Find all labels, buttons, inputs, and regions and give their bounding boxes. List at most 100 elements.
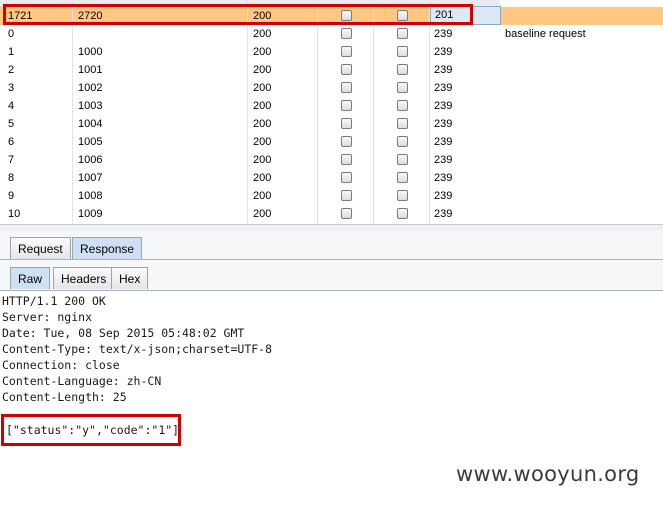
table-row[interactable]: 3 1002 200 239 — [0, 79, 663, 97]
cell-payload: 1008 — [78, 190, 103, 202]
checkbox-timeout[interactable] — [397, 154, 408, 165]
checkbox-timeout[interactable] — [397, 172, 408, 183]
cell-request: 9 — [8, 190, 15, 202]
cell-request: 2 — [8, 64, 15, 76]
cell-payload: 1004 — [78, 118, 103, 130]
checkbox-error[interactable] — [341, 82, 352, 93]
cell-payload: 1005 — [78, 136, 103, 148]
cell-request: 8 — [8, 172, 15, 184]
cell-length: 239 — [434, 64, 453, 76]
cell-request: 1 — [8, 46, 15, 58]
response-line: HTTP/1.1 200 OK — [2, 294, 106, 308]
tab-headers[interactable]: Headers — [53, 267, 115, 289]
column-divider — [429, 0, 430, 224]
checkbox-error[interactable] — [341, 208, 352, 219]
checkbox-timeout[interactable] — [397, 208, 408, 219]
message-tabs: Request Response — [0, 231, 663, 260]
tab-request[interactable]: Request — [10, 237, 71, 259]
checkbox-timeout[interactable] — [397, 82, 408, 93]
cell-status: 200 — [253, 28, 272, 40]
cell-status: 200 — [253, 46, 272, 58]
cell-payload: 1009 — [78, 208, 103, 220]
checkbox-error[interactable] — [341, 118, 352, 129]
cell-status: 200 — [253, 64, 272, 76]
cell-status: 200 — [253, 190, 272, 202]
table-row[interactable]: 10 1009 200 239 — [0, 205, 663, 223]
table-row[interactable]: 8 1007 200 239 — [0, 169, 663, 187]
cell-length: 239 — [434, 208, 453, 220]
table-row[interactable]: 4 1003 200 239 — [0, 97, 663, 115]
table-row[interactable]: 9 1008 200 239 — [0, 187, 663, 205]
cell-request: 7 — [8, 154, 15, 166]
table-row[interactable]: 7 1006 200 239 — [0, 151, 663, 169]
cell-status: 200 — [253, 118, 272, 130]
checkbox-error[interactable] — [341, 136, 352, 147]
checkbox-timeout[interactable] — [397, 118, 408, 129]
cell-status: 200 — [253, 208, 272, 220]
cell-request: 0 — [8, 28, 15, 40]
cell-request: 4 — [8, 100, 15, 112]
column-divider — [72, 0, 73, 224]
checkbox-error[interactable] — [341, 64, 352, 75]
table-row[interactable]: 5 1004 200 239 — [0, 115, 663, 133]
response-line: Server: nginx — [2, 310, 93, 324]
response-line: Content-Type: text/x-json;charset=UTF-8 — [2, 342, 273, 356]
checkbox-timeout[interactable] — [397, 46, 408, 57]
cell-status: 200 — [253, 100, 272, 112]
cell-length: 239 — [434, 190, 453, 202]
highlight-box-row — [3, 4, 473, 25]
cell-length: 239 — [434, 28, 453, 40]
cell-payload: 1002 — [78, 82, 103, 94]
results-table: 1721 2720 200 201 0 200 239 baseline req… — [0, 0, 663, 224]
cell-status: 200 — [253, 136, 272, 148]
checkbox-error[interactable] — [341, 154, 352, 165]
table-row[interactable]: 1 1000 200 239 — [0, 43, 663, 61]
column-divider — [373, 0, 374, 224]
table-row[interactable]: 6 1005 200 239 — [0, 133, 663, 151]
response-body: ["status":"y","code":"1"] — [6, 423, 180, 437]
cell-length: 239 — [434, 172, 453, 184]
cell-length: 239 — [434, 136, 453, 148]
cell-payload: 1001 — [78, 64, 103, 76]
checkbox-timeout[interactable] — [397, 28, 408, 39]
checkbox-error[interactable] — [341, 190, 352, 201]
cell-request: 3 — [8, 82, 15, 94]
cell-status: 200 — [253, 154, 272, 166]
cell-payload: 1003 — [78, 100, 103, 112]
checkbox-timeout[interactable] — [397, 190, 408, 201]
table-row[interactable]: 0 200 239 baseline request — [0, 25, 663, 43]
table-row[interactable]: 2 1001 200 239 — [0, 61, 663, 79]
cell-status: 200 — [253, 172, 272, 184]
cell-length: 239 — [434, 46, 453, 58]
checkbox-error[interactable] — [341, 100, 352, 111]
cell-length: 239 — [434, 82, 453, 94]
cell-request: 6 — [8, 136, 15, 148]
tab-raw[interactable]: Raw — [10, 267, 51, 289]
cell-request: 5 — [8, 118, 15, 130]
cell-request: 10 — [8, 208, 21, 220]
cell-payload: 1007 — [78, 172, 103, 184]
column-divider — [317, 0, 318, 224]
checkbox-timeout[interactable] — [397, 64, 408, 75]
cell-length: 239 — [434, 118, 453, 130]
response-line: Content-Length: 25 — [2, 390, 127, 404]
tab-hex[interactable]: Hex — [111, 267, 149, 289]
response-line: Content-Language: zh-CN — [2, 374, 162, 388]
cell-length: 239 — [434, 100, 453, 112]
cell-payload: 1000 — [78, 46, 103, 58]
tab-response[interactable]: Response — [72, 237, 143, 259]
view-tabs: Raw Headers Hex — [0, 260, 663, 291]
column-divider — [247, 0, 248, 224]
checkbox-error[interactable] — [341, 172, 352, 183]
checkbox-timeout[interactable] — [397, 100, 408, 111]
checkbox-timeout[interactable] — [397, 136, 408, 147]
watermark: www.wooyun.org — [456, 462, 640, 486]
cell-comment: baseline request — [505, 28, 586, 40]
checkbox-error[interactable] — [341, 28, 352, 39]
response-line: Connection: close — [2, 358, 120, 372]
cell-payload: 1006 — [78, 154, 103, 166]
cell-status: 200 — [253, 82, 272, 94]
response-line: Date: Tue, 08 Sep 2015 05:48:02 GMT — [2, 326, 245, 340]
cell-length: 239 — [434, 154, 453, 166]
checkbox-error[interactable] — [341, 46, 352, 57]
